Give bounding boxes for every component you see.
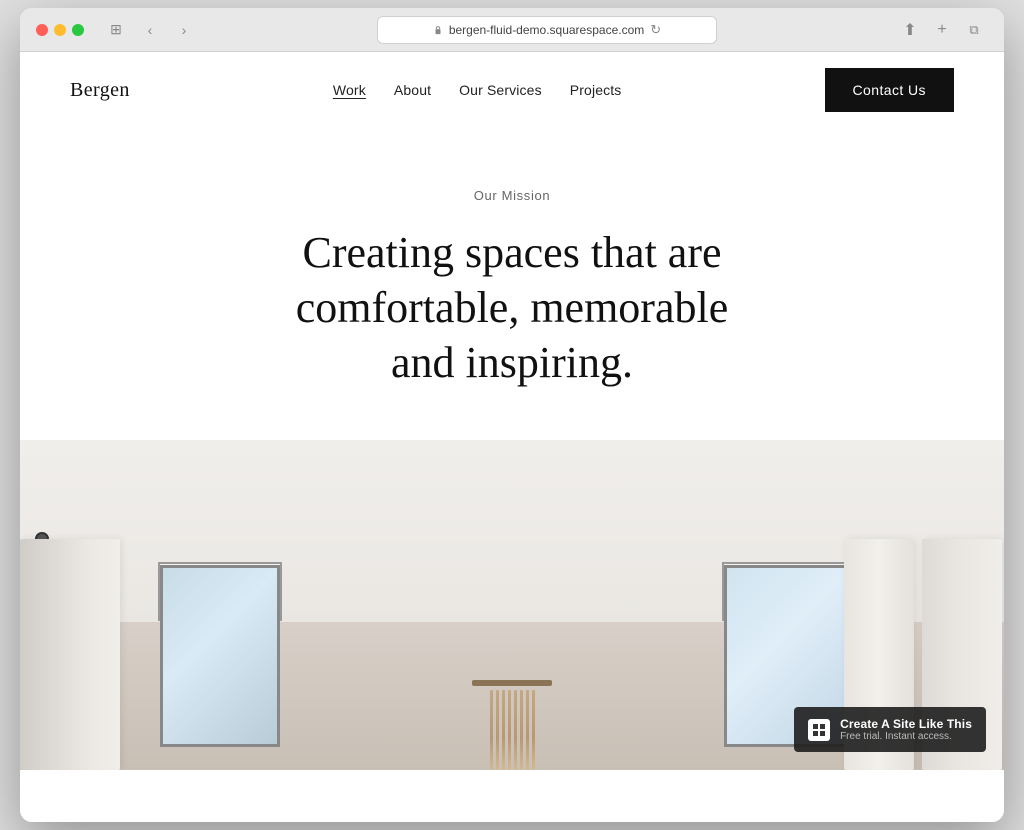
fringe-strand (514, 690, 517, 770)
nav-item-work[interactable]: Work (333, 82, 366, 98)
lock-icon (433, 25, 443, 35)
fringe-strand (502, 690, 505, 770)
fringe-strand (490, 690, 493, 770)
reload-icon[interactable]: ↻ (650, 22, 661, 38)
badge-sub-text: Free trial. Instant access. (840, 731, 972, 742)
nav-item-services[interactable]: Our Services (459, 82, 542, 98)
fringe-strand (508, 690, 511, 770)
squarespace-badge[interactable]: Create A Site Like This Free trial. Inst… (794, 707, 986, 752)
room-scene: Create A Site Like This Free trial. Inst… (20, 440, 1004, 770)
back-button[interactable]: ‹ (136, 16, 164, 44)
hero-image: Create A Site Like This Free trial. Inst… (20, 440, 1004, 770)
fringe-strand (532, 690, 535, 770)
nav-links: Work About Our Services Projects (333, 82, 622, 98)
macrame-decoration (472, 680, 552, 770)
close-button[interactable] (36, 24, 48, 36)
nav-item-projects[interactable]: Projects (570, 82, 622, 98)
maximize-button[interactable] (72, 24, 84, 36)
macrame-fringe (472, 690, 552, 770)
tabs-button[interactable]: ⧉ (960, 16, 988, 44)
badge-main-text: Create A Site Like This (840, 717, 972, 731)
badge-text: Create A Site Like This Free trial. Inst… (840, 717, 972, 742)
forward-button[interactable]: › (170, 16, 198, 44)
fringe-strand (526, 690, 529, 770)
hero-headline: Creating spaces that are comfortable, me… (262, 225, 762, 390)
website-page: Bergen Work About Our Services Projects … (20, 52, 1004, 822)
curtain-left (20, 539, 160, 770)
hero-text-section: Our Mission Creating spaces that are com… (20, 128, 1004, 440)
new-tab-button[interactable]: + (928, 16, 956, 44)
fringe-strand (496, 690, 499, 770)
browser-action-buttons: ⬆ + ⧉ (896, 16, 988, 44)
contact-us-button[interactable]: Contact Us (825, 68, 954, 112)
share-button[interactable]: ⬆ (896, 16, 924, 44)
browser-window: ⊞ ‹ › bergen-fluid-demo.squarespace.com … (20, 8, 1004, 822)
traffic-lights (36, 24, 84, 36)
site-nav: Bergen Work About Our Services Projects … (20, 52, 1004, 128)
sidebar-toggle-button[interactable]: ⊞ (102, 16, 130, 44)
fringe-strand (520, 690, 523, 770)
url-text: bergen-fluid-demo.squarespace.com (449, 23, 644, 37)
nav-item-about[interactable]: About (394, 82, 431, 98)
address-bar: bergen-fluid-demo.squarespace.com ↻ (206, 16, 888, 44)
browser-controls: ⊞ ‹ › (102, 16, 198, 44)
minimize-button[interactable] (54, 24, 66, 36)
section-label: Our Mission (60, 188, 964, 203)
site-logo[interactable]: Bergen (70, 79, 130, 102)
browser-titlebar: ⊞ ‹ › bergen-fluid-demo.squarespace.com … (20, 8, 1004, 52)
window-left (160, 565, 280, 747)
macrame-bar (472, 680, 552, 686)
curtain-panel-left (20, 539, 120, 770)
url-field[interactable]: bergen-fluid-demo.squarespace.com ↻ (377, 16, 717, 44)
squarespace-logo-icon (808, 719, 830, 741)
